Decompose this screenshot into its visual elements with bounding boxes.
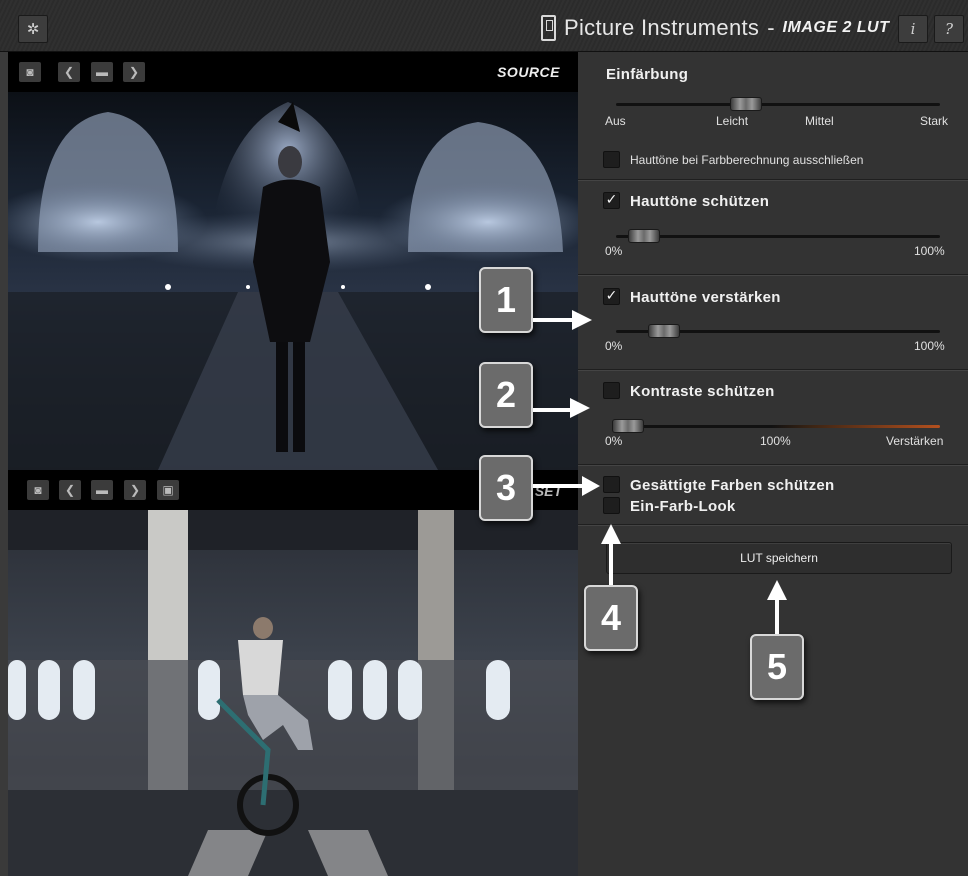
arrow-5-head xyxy=(767,580,787,600)
arrow-2-head xyxy=(570,398,590,418)
arrow-1-head xyxy=(572,310,592,330)
callout-arrows xyxy=(533,310,787,634)
arrow-4-head xyxy=(601,524,621,544)
arrow-3-head xyxy=(582,476,600,496)
